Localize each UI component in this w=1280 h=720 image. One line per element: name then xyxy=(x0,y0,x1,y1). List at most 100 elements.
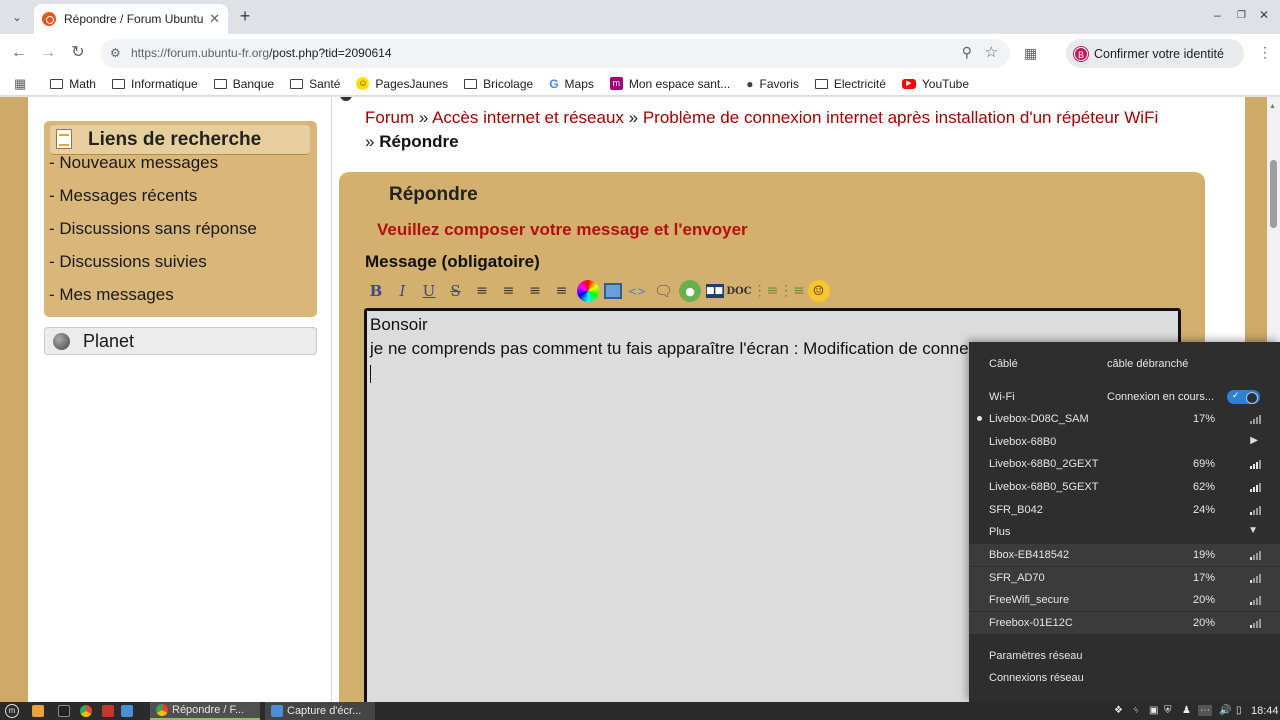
link-mes-messages[interactable]: - Mes messages xyxy=(49,285,174,305)
bookmark-bricolage[interactable]: Bricolage xyxy=(464,77,533,91)
network-item[interactable]: Livebox-D08C_SAM 17% xyxy=(969,408,1280,430)
strike-icon[interactable]: S xyxy=(445,280,467,302)
breadcrumb-forum[interactable]: Forum xyxy=(365,108,414,127)
menu-kebab-icon[interactable]: ⋮ xyxy=(1258,44,1272,61)
clipboard-icon[interactable]: ▣ xyxy=(1149,705,1158,716)
forward-icon[interactable]: → xyxy=(36,41,60,65)
bookmark-label: Bricolage xyxy=(483,76,534,91)
align-right-icon[interactable]: ≡ xyxy=(498,280,520,302)
network-item[interactable]: Livebox-68B0_5GEXT 62% xyxy=(969,476,1280,498)
bullet-list-icon[interactable]: ⋮≡ xyxy=(753,280,779,302)
site-info-icon[interactable]: ⚙ xyxy=(110,46,121,60)
bookmark-maps[interactable]: G Maps xyxy=(549,77,594,91)
menu-button[interactable]: m xyxy=(5,702,19,720)
url-text[interactable]: https://forum.ubuntu-fr.org/post.php?tid… xyxy=(131,46,392,60)
extensions-icon[interactable]: ▦ xyxy=(1024,45,1037,62)
new-tab-icon[interactable]: + xyxy=(234,6,256,28)
code-icon[interactable]: <> xyxy=(626,280,648,302)
bookmark-favoris[interactable]: ● Favoris xyxy=(746,77,799,91)
bookmark-label: YouTube xyxy=(921,76,970,91)
scroll-up-icon[interactable]: ▲ xyxy=(1269,103,1276,110)
italic-icon[interactable]: I xyxy=(392,280,414,302)
bookmark-banque[interactable]: Banque xyxy=(213,77,274,91)
restore-icon[interactable]: ❐ xyxy=(1237,10,1246,21)
link-messages-recents[interactable]: - Messages récents xyxy=(49,186,197,206)
shield-icon[interactable]: ⛨ xyxy=(1164,705,1172,716)
screenshot-launcher[interactable] xyxy=(121,702,137,720)
reload-icon[interactable]: ↻ xyxy=(66,41,90,65)
more-networks-toggle[interactable]: Plus ▼ xyxy=(969,521,1280,543)
color-icon[interactable] xyxy=(577,280,599,302)
battery-icon[interactable]: ▯ xyxy=(1236,705,1242,716)
doc-icon[interactable]: DOC xyxy=(726,280,751,302)
screenshot-icon xyxy=(121,705,133,717)
breadcrumb-separator: » xyxy=(414,108,433,127)
bookmark-label: Electricité xyxy=(833,76,886,91)
network-item[interactable]: Livebox-68B0_2GEXT 69% xyxy=(969,453,1280,475)
planet-link[interactable]: Planet xyxy=(44,327,317,355)
network-item[interactable]: SFR_B042 24% xyxy=(969,499,1280,521)
align-left-icon[interactable]: ≡ xyxy=(471,280,493,302)
bluetooth-icon[interactable]: ᛃ xyxy=(1133,705,1139,716)
terminal-launcher[interactable] xyxy=(58,702,74,720)
folder-icon xyxy=(814,78,828,89)
network-item[interactable]: Bbox-EB418542 19% xyxy=(969,544,1280,566)
wifi-signal-icon xyxy=(1250,596,1262,605)
close-window-icon[interactable]: ✕ xyxy=(1259,8,1269,22)
link-icon[interactable]: ● xyxy=(679,280,701,302)
image-icon[interactable] xyxy=(603,283,622,299)
bookmark-espace-sante[interactable]: m Mon espace sant... xyxy=(609,77,730,91)
tab-search-chevron-icon[interactable]: ⌄ xyxy=(6,6,28,28)
zoom-icon[interactable]: ⚲ xyxy=(962,44,972,61)
url-path: /post.php?tid=2090614 xyxy=(269,46,392,60)
active-dot-icon xyxy=(977,416,982,421)
network-item[interactable]: Freebox-01E12C 20% xyxy=(969,612,1280,634)
dropbox-icon[interactable]: ❖ xyxy=(1114,705,1123,716)
network-item[interactable]: SFR_AD70 17% xyxy=(969,567,1280,589)
smiley-icon[interactable]: ☺ xyxy=(807,280,830,302)
left-margin xyxy=(0,97,28,702)
planet-label: Planet xyxy=(83,331,135,351)
underline-icon[interactable]: U xyxy=(418,280,440,302)
volume-icon[interactable]: 🔊 xyxy=(1219,705,1231,716)
network-item[interactable]: Livebox-68B0 ▶ xyxy=(969,431,1280,453)
user-icon[interactable]: ♟ xyxy=(1182,705,1191,716)
video-icon[interactable]: ■■ xyxy=(705,284,724,298)
profile-button[interactable]: B Confirmer votre identité xyxy=(1066,39,1244,68)
network-item[interactable]: FreeWifi_secure 20% xyxy=(969,589,1280,611)
bookmark-informatique[interactable]: Informatique xyxy=(111,77,198,91)
align-center-icon[interactable]: ≡ xyxy=(524,280,546,302)
network-connections-item[interactable]: Connexions réseau xyxy=(969,667,1280,689)
address-bar[interactable]: ⚙ https://forum.ubuntu-fr.org/post.php?t… xyxy=(100,39,1010,68)
justify-icon[interactable]: ≡ xyxy=(551,280,573,302)
link-discussions-suivies[interactable]: - Discussions suivies xyxy=(49,252,207,272)
link-discussions-sans-reponse[interactable]: - Discussions sans réponse xyxy=(49,219,257,239)
back-icon[interactable]: ← xyxy=(7,41,31,65)
breadcrumb-category[interactable]: Accès internet et réseaux xyxy=(432,108,624,127)
bookmark-electricite[interactable]: Electricité xyxy=(814,76,886,91)
link-nouveaux-messages[interactable]: - Nouveaux messages xyxy=(49,153,218,173)
network-tray-icon[interactable]: ⋯ xyxy=(1198,705,1212,716)
bookmark-sante[interactable]: Santé xyxy=(290,77,340,91)
numbered-list-icon[interactable]: ⋮≡ xyxy=(779,280,805,302)
wifi-row[interactable]: Wi-Fi Connexion en cours... ✓ xyxy=(969,386,1280,408)
taskbar-window-screenshot[interactable]: Capture d'écr... xyxy=(265,702,375,720)
bookmark-math[interactable]: Math xyxy=(50,77,96,91)
tab-close-icon[interactable]: ✕ xyxy=(209,11,220,27)
breadcrumb-topic[interactable]: Problème de connexion internet après ins… xyxy=(643,108,1158,127)
scroll-thumb[interactable] xyxy=(1270,160,1277,228)
calc-launcher[interactable] xyxy=(102,702,118,720)
wifi-toggle[interactable]: ✓ xyxy=(1227,390,1260,404)
bookmark-pagesjaunes[interactable]: ☺ PagesJaunes xyxy=(356,77,448,91)
bookmark-youtube[interactable]: ▶ YouTube xyxy=(901,76,970,91)
taskbar-window-browser[interactable]: Répondre / F... xyxy=(150,702,260,720)
chrome-launcher[interactable] xyxy=(80,702,96,720)
files-launcher[interactable] xyxy=(32,702,48,720)
bookmark-star-icon[interactable]: ☆ xyxy=(985,43,998,61)
network-settings-item[interactable]: Paramètres réseau xyxy=(969,645,1280,667)
apps-grid-icon[interactable]: ▦ xyxy=(14,76,26,92)
quote-icon[interactable]: 🗨 xyxy=(653,280,675,302)
bold-icon[interactable]: B xyxy=(365,280,387,302)
minimize-icon[interactable]: – xyxy=(1214,8,1221,22)
tab-active[interactable]: Répondre / Forum Ubuntu-fr ✕ xyxy=(34,4,228,34)
